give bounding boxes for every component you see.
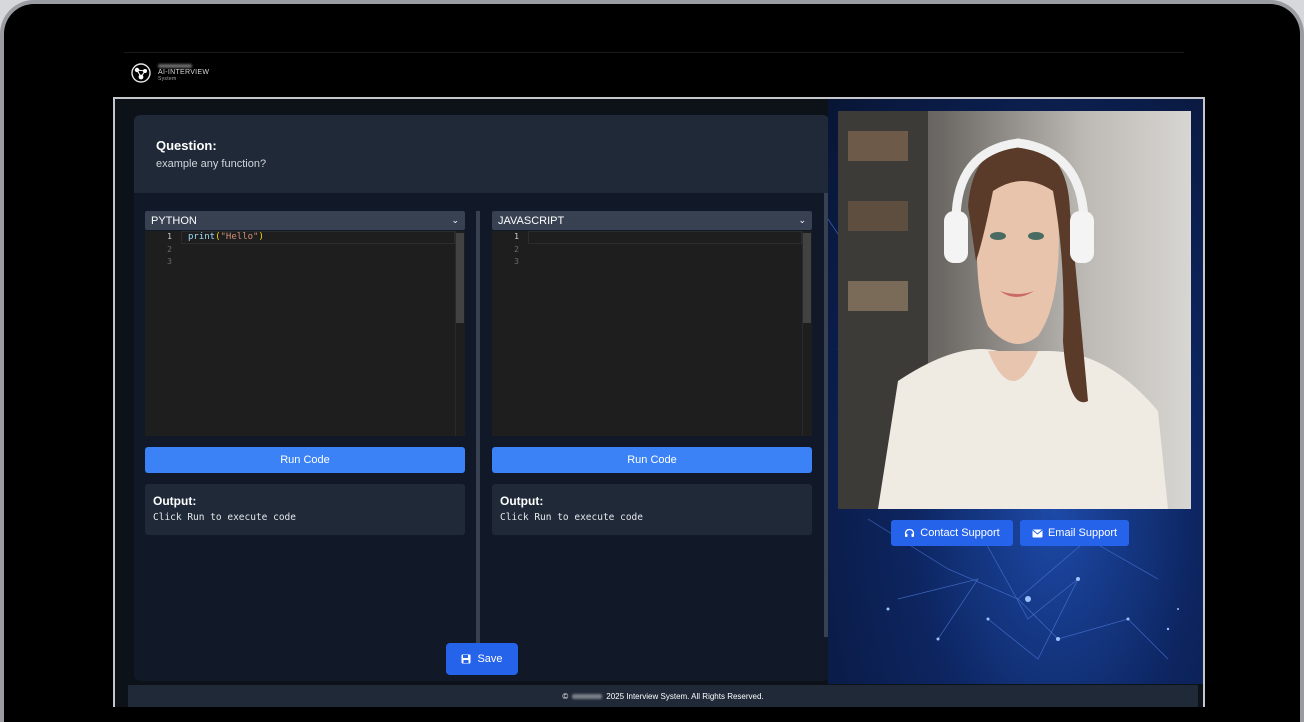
- email-support-button[interactable]: Email Support: [1020, 520, 1129, 546]
- save-icon: [461, 654, 471, 664]
- language-select-value: JAVASCRIPT: [498, 214, 565, 227]
- code-token-paren: ): [258, 232, 264, 242]
- coding-card: Question: example any function? PYTHON ⌄…: [134, 115, 829, 681]
- chevron-down-icon: ⌄: [451, 215, 459, 225]
- contact-support-label: Contact Support: [920, 527, 1000, 539]
- code-editor-left[interactable]: 1 2 3 print("Hello"): [145, 231, 465, 436]
- language-select-value: PYTHON: [151, 214, 197, 227]
- line-number: 1: [167, 232, 172, 241]
- company-name-blurred: [572, 693, 603, 699]
- output-label: Output:: [153, 494, 197, 508]
- app-logo[interactable]: AI-INTERVIEW System: [130, 62, 209, 84]
- copyright-text: 2025 Interview System. All Rights Reserv…: [606, 691, 764, 701]
- question-header: Question: example any function?: [134, 115, 829, 193]
- editor-pane-python: PYTHON ⌄ 1 2 3 print("Hello") Run Code O…: [145, 211, 465, 535]
- logo-icon: [130, 62, 152, 84]
- current-line-highlight: [528, 231, 802, 244]
- run-code-button[interactable]: Run Code: [492, 447, 812, 473]
- chevron-down-icon: ⌄: [798, 215, 806, 225]
- laptop-frame: AI-INTERVIEW System Question: example an…: [0, 0, 1304, 722]
- email-support-label: Email Support: [1047, 527, 1118, 539]
- header-divider: [124, 52, 1184, 53]
- output-panel: Output: Click Run to execute code: [145, 484, 465, 535]
- page-footer: © 2025 Interview System. All Rights Rese…: [128, 685, 1198, 707]
- candidate-portrait: [838, 111, 1168, 509]
- line-number: 1: [514, 232, 519, 241]
- scrollbar-thumb[interactable]: [803, 233, 811, 323]
- headset-icon: [905, 528, 915, 537]
- editor-pane-javascript: JAVASCRIPT ⌄ 1 2 3 Run Code Output: Clic…: [492, 211, 812, 535]
- output-panel: Output: Click Run to execute code: [492, 484, 812, 535]
- code-token-fn: print: [188, 232, 216, 242]
- line-number: 2: [167, 244, 172, 254]
- run-code-button[interactable]: Run Code: [145, 447, 465, 473]
- language-select-right[interactable]: JAVASCRIPT ⌄: [492, 211, 812, 230]
- interview-app: Question: example any function? PYTHON ⌄…: [113, 97, 1205, 707]
- scrollbar-thumb[interactable]: [456, 233, 464, 323]
- output-text: Click Run to execute code: [500, 512, 643, 523]
- pane-resizer[interactable]: [476, 211, 480, 651]
- contact-support-button[interactable]: Contact Support: [891, 520, 1013, 546]
- line-number-gutter: 1 2 3: [492, 231, 528, 436]
- video-panel: Contact Support Email Support: [828, 99, 1203, 684]
- language-select-left[interactable]: PYTHON ⌄: [145, 211, 465, 230]
- code-line: print("Hello"): [188, 231, 264, 244]
- line-number: 3: [514, 257, 519, 266]
- output-text: Click Run to execute code: [153, 512, 296, 523]
- copyright-symbol: ©: [562, 691, 569, 701]
- line-number: 3: [167, 257, 172, 266]
- code-editor-right[interactable]: 1 2 3: [492, 231, 812, 436]
- question-text: example any function?: [156, 158, 267, 170]
- logo-brand: AI-INTERVIEW: [158, 68, 210, 76]
- code-token-string: "Hello": [220, 232, 259, 242]
- line-number: 2: [514, 244, 519, 254]
- save-label: Save: [477, 653, 503, 665]
- output-label: Output:: [500, 494, 544, 508]
- save-button[interactable]: Save: [446, 643, 518, 675]
- question-label: Question:: [156, 138, 217, 153]
- candidate-video-feed: [838, 111, 1191, 509]
- logo-text: AI-INTERVIEW System: [158, 63, 210, 83]
- logo-blurred-name: [158, 63, 192, 68]
- envelope-icon: [1032, 529, 1043, 537]
- logo-subtitle: System: [158, 75, 177, 82]
- line-number-gutter: 1 2 3: [145, 231, 181, 436]
